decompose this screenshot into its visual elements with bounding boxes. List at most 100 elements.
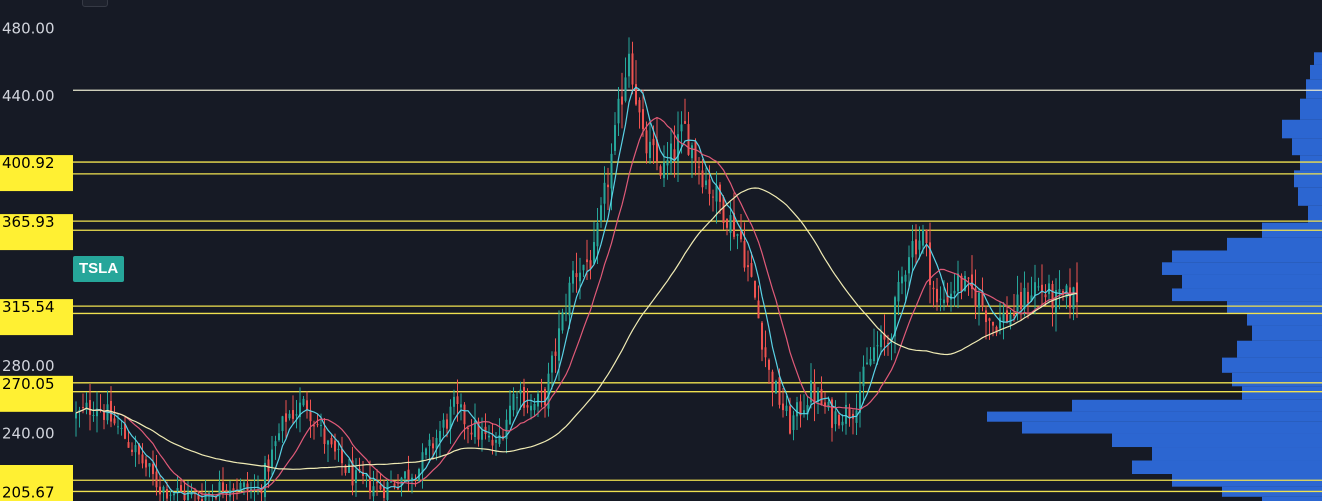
candle-body: [152, 464, 154, 475]
candle-body: [873, 347, 875, 362]
profile-bar: [1222, 357, 1322, 373]
candle-body: [288, 413, 291, 419]
candle-body: [439, 430, 441, 443]
candle-body: [407, 469, 410, 481]
candle-body: [246, 483, 249, 491]
candle-body: [792, 415, 795, 431]
candle-body: [183, 491, 186, 500]
candle-body: [761, 322, 763, 350]
candle-body: [624, 77, 627, 101]
candle-body: [1006, 310, 1008, 322]
candle-body: [603, 182, 606, 204]
price-level-tag-label: 315.54: [2, 298, 55, 316]
candle-body: [729, 215, 732, 233]
candle-body: [162, 486, 165, 493]
y-tick-label: 240.00: [2, 425, 55, 443]
candle-body: [323, 428, 326, 444]
candle-body: [575, 273, 578, 278]
candle-body: [796, 402, 798, 417]
candle-body: [120, 427, 123, 429]
candle-body: [1037, 286, 1040, 288]
candle-body: [1013, 313, 1015, 316]
candle-body: [404, 471, 406, 479]
y-tick-label: 280.00: [2, 357, 55, 375]
candle-body: [327, 440, 329, 445]
profile-bar: [1300, 155, 1322, 171]
candle-body: [705, 180, 707, 186]
candle-body: [264, 462, 266, 498]
candle-body: [908, 257, 910, 274]
candle-body: [516, 397, 518, 399]
candle-body: [313, 425, 315, 427]
candle-body: [470, 432, 473, 435]
candle-body: [540, 390, 543, 392]
candle-body: [862, 366, 865, 387]
profile-bar: [1247, 312, 1322, 326]
candlestick-chart[interactable]: 480.00 440.00 280.00 240.00 400.92 365.93 315.…: [0, 0, 1322, 501]
candle-body: [208, 492, 210, 494]
candle-body: [173, 493, 175, 496]
candle-body: [911, 241, 914, 258]
candle-body: [778, 377, 781, 405]
candle-body: [145, 459, 147, 468]
candle-body: [764, 347, 767, 358]
candle-body: [1020, 291, 1022, 309]
candle-body: [180, 485, 182, 492]
candle-body: [453, 396, 455, 407]
candle-body: [278, 433, 280, 441]
candle-body: [491, 439, 494, 446]
candle-body: [785, 405, 788, 412]
candle-body: [509, 405, 511, 425]
profile-bar: [1237, 340, 1322, 358]
candle-body: [309, 411, 312, 422]
candle-body: [747, 265, 749, 268]
profile-bar: [1072, 399, 1322, 412]
candle-body: [880, 334, 882, 348]
candle-body: [652, 138, 655, 146]
profile-bar: [1282, 119, 1322, 139]
candle-body: [229, 490, 231, 497]
candle-body: [334, 440, 336, 452]
candle-body: [243, 482, 245, 487]
candle-body: [582, 264, 585, 271]
candle-body: [512, 393, 515, 411]
candle-body: [820, 389, 823, 406]
candle-body: [593, 242, 595, 264]
candle-body: [460, 404, 462, 408]
candle-body: [687, 124, 690, 155]
candle-body: [600, 205, 602, 222]
candle-body: [1023, 287, 1026, 309]
candle-body: [292, 410, 294, 419]
candle-body: [281, 416, 284, 432]
candle-body: [488, 435, 490, 438]
candle-body: [985, 310, 987, 323]
candle-body: [722, 197, 725, 224]
candle-body: [166, 489, 168, 499]
candle-body: [400, 477, 403, 485]
candle-body: [141, 454, 144, 464]
candle-body: [680, 124, 683, 132]
y-tick-label: 480.00: [2, 20, 55, 38]
candle-body: [978, 292, 980, 308]
candle-body: [169, 494, 172, 496]
candle-body: [610, 153, 613, 189]
candle-body: [330, 437, 333, 445]
profile-bar: [1172, 250, 1322, 263]
candle-body: [533, 403, 536, 411]
candle-body: [617, 98, 620, 124]
candle-body: [159, 486, 161, 495]
candle-body: [306, 400, 308, 410]
candle-body: [775, 380, 777, 394]
chart-menu-button[interactable]: [82, 0, 108, 7]
candle-body: [316, 424, 319, 426]
candle-body: [239, 482, 242, 490]
candle-body: [75, 412, 77, 419]
candle-body: [757, 300, 760, 319]
profile-bar: [1306, 79, 1322, 99]
profile-bar: [1227, 237, 1322, 251]
profile-bar: [1310, 64, 1322, 80]
profile-bar: [1152, 447, 1322, 461]
candle-body: [558, 328, 560, 361]
candle-body: [260, 490, 263, 494]
candle-body: [701, 170, 704, 188]
